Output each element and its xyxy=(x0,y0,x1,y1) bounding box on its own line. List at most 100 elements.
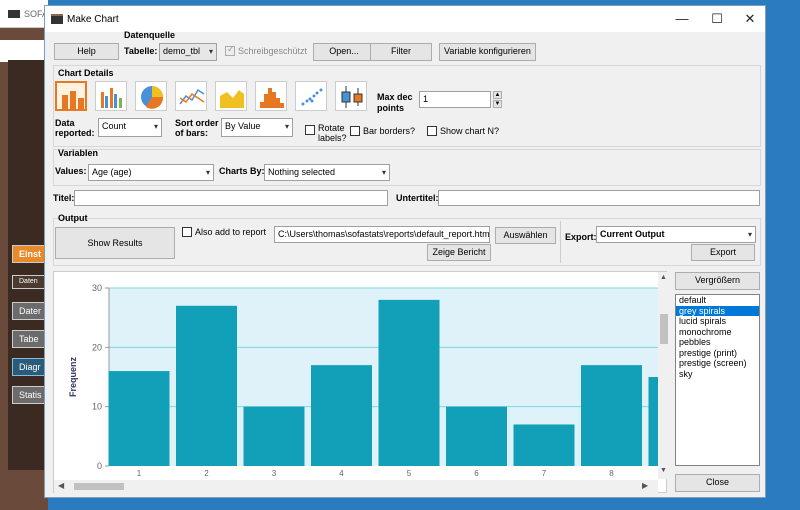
chart-type-scatter[interactable] xyxy=(295,81,327,111)
y-axis-label: Frequenz xyxy=(68,357,78,398)
chart-type-bar[interactable] xyxy=(55,81,87,111)
max-dec-input[interactable]: 1 xyxy=(419,91,491,108)
chart-type-boxplot[interactable] xyxy=(335,81,367,111)
report-path-input[interactable]: C:\Users\thomas\sofastats\reports\defaul… xyxy=(274,226,490,243)
add-to-report-checkbox[interactable] xyxy=(182,227,192,237)
data-reported-value: Count xyxy=(102,121,127,131)
bar[interactable] xyxy=(176,305,237,466)
chart-type-clustered-bar[interactable] xyxy=(95,81,127,111)
chart-details-section-label: Chart Details xyxy=(58,68,114,78)
bar[interactable] xyxy=(108,371,170,466)
table-select-value: demo_tbl xyxy=(163,46,201,56)
bar[interactable] xyxy=(513,424,575,466)
rotate-labels-checkbox[interactable] xyxy=(305,125,315,135)
chart-type-pie[interactable] xyxy=(135,81,167,111)
help-button[interactable]: Help xyxy=(54,43,119,60)
table-select[interactable]: demo_tbl ▾ xyxy=(159,43,217,61)
vertical-scrollbar-thumb[interactable] xyxy=(660,314,668,344)
maximize-icon[interactable]: ☐ xyxy=(702,10,732,28)
bg-button-settings[interactable]: Einst xyxy=(12,245,48,263)
bar[interactable] xyxy=(581,365,642,466)
bar[interactable] xyxy=(648,377,659,466)
vertical-scrollbar[interactable]: ▲ ▼ xyxy=(658,272,670,479)
table-label: Tabelle: xyxy=(124,46,158,56)
charts-by-select[interactable]: Nothing selected ▾ xyxy=(264,164,390,181)
chart-styles-list[interactable]: default grey spirals lucid spirals monochro… xyxy=(675,294,760,466)
title-input[interactable] xyxy=(74,190,388,206)
style-item[interactable]: default xyxy=(676,295,759,306)
frequency-bar-chart: 0 10 20 30 Frequenz 1 2 3 4 5 6 7 8 xyxy=(68,283,659,478)
close-button[interactable]: Close xyxy=(675,474,760,492)
filter-button[interactable]: Filter xyxy=(370,43,432,61)
chevron-down-icon: ▾ xyxy=(381,168,386,177)
output-section-label: Output xyxy=(58,213,88,223)
data-reported-select[interactable]: Count ▾ xyxy=(98,118,162,137)
enlarge-button[interactable]: Vergrößern xyxy=(675,272,760,290)
chart-type-area[interactable] xyxy=(215,81,247,111)
background-app-header xyxy=(0,40,48,62)
style-item[interactable]: prestige (print) xyxy=(676,348,759,359)
window-title: Make Chart xyxy=(67,14,119,25)
x-tick-label: 4 xyxy=(339,469,344,478)
export-select[interactable]: Current Output ▾ xyxy=(596,226,756,243)
clustered-bar-chart-icon xyxy=(101,88,122,108)
style-item[interactable]: pebbles xyxy=(676,337,759,348)
bg-button-statistics[interactable]: Statis xyxy=(12,386,48,404)
bar-chart-icon xyxy=(62,91,84,109)
show-chart-n-checkbox[interactable] xyxy=(427,126,437,136)
bg-button-data-entry[interactable]: Dater xyxy=(12,302,48,320)
x-tick-label: 1 xyxy=(137,469,142,478)
bar[interactable] xyxy=(446,406,507,466)
export-button[interactable]: Export xyxy=(691,244,755,261)
bar-borders-label: Bar borders? xyxy=(363,126,416,136)
subtitle-input[interactable] xyxy=(438,190,760,206)
pie-chart-icon xyxy=(141,86,164,109)
style-item[interactable]: prestige (screen) xyxy=(676,358,759,369)
bar[interactable] xyxy=(311,365,372,466)
bg-button-data[interactable]: Daten xyxy=(12,275,48,289)
close-icon[interactable]: ✕ xyxy=(735,10,765,28)
readonly-checkbox[interactable] xyxy=(225,44,235,56)
x-tick-label: 3 xyxy=(272,469,277,478)
chart-type-histogram[interactable] xyxy=(255,81,287,111)
minimize-icon[interactable]: — xyxy=(667,10,697,28)
open-button[interactable]: Open... xyxy=(313,43,375,61)
y-tick-label: 30 xyxy=(92,283,102,293)
horizontal-scrollbar[interactable]: ◀ ▶ xyxy=(54,480,658,493)
charts-by-select-value: Nothing selected xyxy=(268,167,336,177)
style-item[interactable]: monochrome xyxy=(676,327,759,338)
data-reported-label: Data xyxy=(55,118,75,128)
chart-preview-area: 0 10 20 30 Frequenz 1 2 3 4 5 6 7 8 ▲ ▼ ◀ ▶ xyxy=(53,271,670,493)
title-label: Titel: xyxy=(53,193,75,203)
export-label: Export: xyxy=(565,232,597,242)
spin-up-icon[interactable]: ▲ xyxy=(493,91,502,99)
browse-button[interactable]: Auswählen xyxy=(495,227,556,244)
y-tick-label: 0 xyxy=(97,461,102,471)
show-results-button[interactable]: Show Results xyxy=(55,227,175,259)
scroll-right-icon[interactable]: ▶ xyxy=(642,481,648,490)
sort-order-select[interactable]: By Value ▾ xyxy=(221,118,293,137)
x-tick-label: 8 xyxy=(609,469,614,478)
scroll-left-icon[interactable]: ◀ xyxy=(58,481,64,490)
style-item[interactable]: sky xyxy=(676,369,759,380)
spin-down-icon[interactable]: ▼ xyxy=(493,100,502,108)
bar-borders-checkbox[interactable] xyxy=(350,126,360,136)
bar[interactable] xyxy=(378,299,440,466)
bg-button-charts[interactable]: Diagr xyxy=(12,358,48,376)
chart-type-line[interactable] xyxy=(175,81,207,111)
scatter-plot-icon xyxy=(301,88,323,106)
style-item[interactable]: lucid spirals xyxy=(676,316,759,327)
show-chart-n-label: Show chart N? xyxy=(440,126,500,136)
style-item[interactable]: grey spirals xyxy=(676,305,759,316)
scroll-up-icon[interactable]: ▲ xyxy=(660,274,667,281)
output-divider xyxy=(560,221,561,263)
bar[interactable] xyxy=(243,406,305,466)
bg-button-tables[interactable]: Tabe xyxy=(12,330,48,348)
histogram-icon xyxy=(260,88,284,108)
show-report-button[interactable]: Zeige Bericht xyxy=(427,244,491,261)
horizontal-scrollbar-thumb[interactable] xyxy=(74,483,124,490)
configure-variables-button[interactable]: Variable konfigurieren xyxy=(439,43,536,61)
scroll-down-icon[interactable]: ▼ xyxy=(660,467,667,474)
values-select[interactable]: Age (age) ▾ xyxy=(88,164,214,181)
line-chart-icon xyxy=(179,88,205,105)
